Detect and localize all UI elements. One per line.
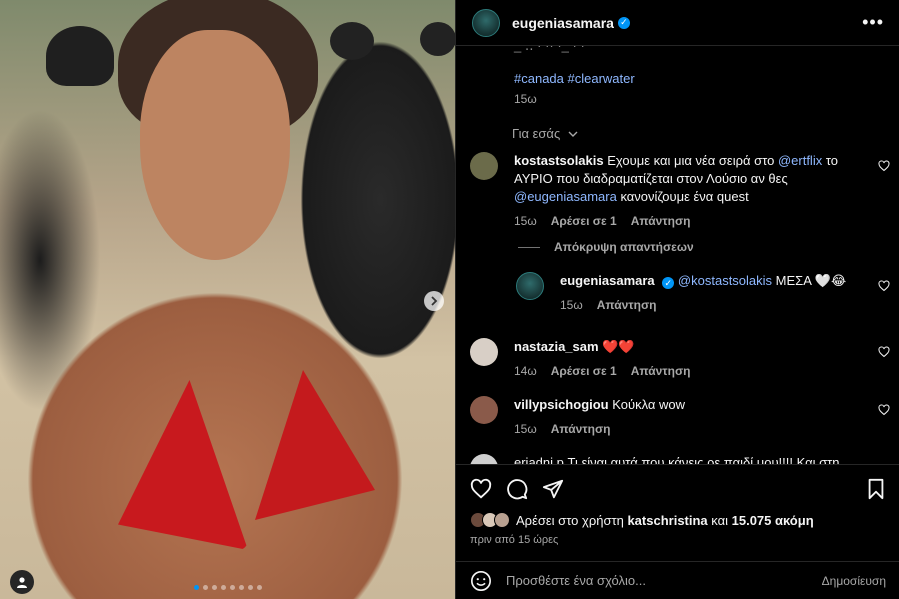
reply-button[interactable]: Απάντηση bbox=[631, 212, 691, 230]
carousel-dot bbox=[220, 585, 226, 590]
comment-username[interactable]: kostastsolakis bbox=[514, 153, 604, 168]
mention-link[interactable]: @ertflix bbox=[778, 153, 822, 168]
carousel-dots bbox=[0, 585, 455, 590]
hide-replies-label: Απόκρυψη απαντήσεων bbox=[554, 240, 694, 254]
comment-username[interactable]: eugeniasamara bbox=[560, 273, 655, 288]
heart-icon[interactable] bbox=[878, 404, 890, 416]
chevron-down-icon bbox=[568, 131, 578, 137]
reply-button[interactable]: Απάντηση bbox=[551, 420, 611, 438]
divider bbox=[518, 246, 540, 248]
hashtag-link[interactable]: #clearwater bbox=[568, 71, 635, 86]
heart-icon[interactable] bbox=[470, 478, 492, 500]
carousel-dot bbox=[238, 585, 244, 590]
post-header: eugeniasamara ✓ ••• bbox=[456, 0, 899, 46]
liker-username[interactable]: katschristina bbox=[627, 513, 707, 528]
for-you-filter[interactable]: Για εσάς bbox=[512, 126, 578, 141]
caption-time: 15ω bbox=[514, 92, 537, 106]
heart-icon[interactable] bbox=[878, 160, 890, 172]
heart-icon[interactable] bbox=[878, 280, 890, 292]
likes-count[interactable]: 15.075 ακόμη bbox=[732, 513, 814, 528]
comment-time: 14ω bbox=[514, 364, 537, 378]
bookmark-icon[interactable] bbox=[866, 478, 886, 500]
more-options-button[interactable]: ••• bbox=[862, 12, 884, 33]
verified-badge-icon: ✓ bbox=[662, 277, 675, 289]
comment-text: ❤️❤️ bbox=[598, 339, 635, 354]
post-timestamp[interactable]: πριν από 15 ώρες bbox=[470, 534, 558, 546]
chevron-right-icon bbox=[431, 296, 438, 306]
avatar[interactable] bbox=[472, 8, 500, 37]
red-bikini-top-right bbox=[255, 370, 375, 520]
caption-cut-line: _ ‥ · ·· ·_ · · bbox=[514, 46, 585, 54]
share-icon[interactable] bbox=[542, 478, 564, 500]
comment-time: 15ω bbox=[560, 298, 583, 312]
caption-hashtags: #canada #clearwater bbox=[514, 71, 635, 86]
avatar[interactable] bbox=[516, 272, 544, 300]
background-person-helmet bbox=[420, 22, 455, 56]
comment-time: 15ω bbox=[514, 214, 537, 228]
comment-likes-count[interactable]: Αρέσει σε 1 bbox=[551, 362, 617, 380]
background-person-helmet bbox=[46, 26, 114, 86]
carousel-next-button[interactable] bbox=[424, 291, 444, 311]
carousel-dot bbox=[211, 585, 217, 590]
likes-prefix: Αρέσει στο χρήστη bbox=[516, 512, 628, 528]
comment-time: 15ω bbox=[514, 422, 537, 436]
carousel-dot bbox=[193, 585, 199, 590]
mention-link[interactable]: @eugeniasamara bbox=[514, 189, 617, 204]
avatar[interactable] bbox=[470, 454, 498, 464]
reply-button[interactable]: Απάντηση bbox=[631, 362, 691, 380]
emoji-icon[interactable] bbox=[470, 570, 492, 592]
post-photo[interactable] bbox=[0, 0, 455, 599]
reply-button[interactable]: Απάντηση bbox=[597, 296, 657, 314]
avatar bbox=[494, 512, 510, 528]
comment-text: eriadni.p Τι είναι αυτά που κάνεις ρε πα… bbox=[514, 455, 840, 464]
comment-text: ΜΕΣΑ 🤍😂 bbox=[772, 273, 847, 288]
comment-text: Εχουμε και μια νέα σειρά στο bbox=[607, 153, 778, 168]
hashtag-link[interactable]: #canada bbox=[514, 71, 564, 86]
background-person-helmet bbox=[330, 22, 374, 60]
red-bikini-top-left bbox=[118, 380, 248, 550]
likes-middle: και bbox=[707, 512, 732, 528]
add-comment-bar: Δημοσίευση bbox=[456, 561, 899, 599]
post-detail-panel: eugeniasamara ✓ ••• _ ‥ · ·· ·_ · · #can… bbox=[455, 0, 899, 599]
tagged-users-button[interactable] bbox=[10, 570, 34, 594]
post-comment-button[interactable]: Δημοσίευση bbox=[822, 574, 886, 588]
comment-text: Κούκλα wow bbox=[608, 397, 686, 412]
for-you-label: Για εσάς bbox=[512, 126, 561, 141]
avatar[interactable] bbox=[470, 152, 498, 180]
heart-icon[interactable] bbox=[878, 346, 890, 358]
comment-username[interactable]: villypsichogiou bbox=[514, 397, 609, 412]
comment-likes-count[interactable]: Αρέσει σε 1 bbox=[551, 212, 617, 230]
woman-face bbox=[140, 30, 290, 260]
avatar[interactable] bbox=[470, 338, 498, 366]
carousel-dot bbox=[202, 585, 208, 590]
post-actions-bar bbox=[456, 464, 899, 512]
mention-link[interactable]: @kostastsolakis bbox=[678, 273, 772, 288]
likes-summary[interactable]: Αρέσει στο χρήστη katschristina και 15.0… bbox=[470, 512, 814, 528]
comment-username[interactable]: nastazia_sam bbox=[514, 339, 599, 354]
author-username[interactable]: eugeniasamara bbox=[512, 15, 614, 31]
comment-icon[interactable] bbox=[506, 478, 528, 500]
carousel-dot bbox=[247, 585, 253, 590]
hide-replies-button[interactable]: Απόκρυψη απαντήσεων bbox=[518, 240, 694, 254]
verified-badge-icon: ✓ bbox=[617, 16, 630, 29]
avatar[interactable] bbox=[470, 396, 498, 424]
comment-text: κανονίζουμε ένα quest bbox=[616, 189, 749, 204]
carousel-dot bbox=[229, 585, 235, 590]
comments-list[interactable]: _ ‥ · ·· ·_ · · #canada #clearwater 15ω … bbox=[456, 46, 899, 464]
carousel-dot bbox=[256, 585, 262, 590]
comment-input[interactable] bbox=[506, 573, 822, 588]
